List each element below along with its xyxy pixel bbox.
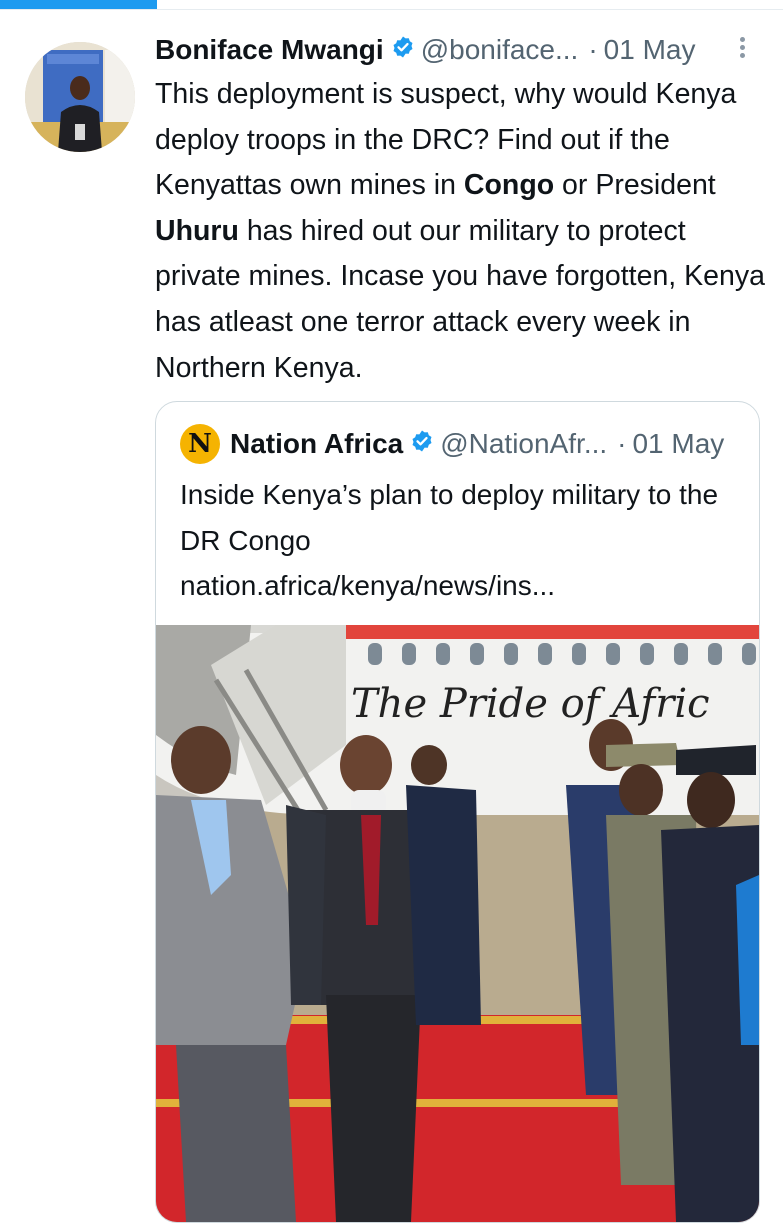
keyword-congo: Congo	[463, 169, 555, 202]
author-handle[interactable]: @boniface...	[421, 34, 579, 66]
profile-photo	[25, 42, 135, 152]
quoted-tweet-text: Inside Kenya’s plan to deploy military t…	[180, 472, 740, 609]
loading-bar	[0, 0, 157, 9]
more-vertical-icon[interactable]	[732, 34, 752, 64]
quoted-author-handle[interactable]: @NationAfr...	[440, 428, 607, 460]
separator-dot: ·	[617, 428, 627, 459]
quoted-tweet-photo[interactable]: The Pride of Afric	[156, 625, 759, 1222]
photo-image: The Pride of Afric	[156, 625, 759, 1222]
quoted-author-name[interactable]: Nation Africa	[230, 428, 403, 460]
tweet-header: Boniface Mwangi @boniface... · 01 May	[155, 30, 755, 70]
tweet-text: This deployment is suspect, why would Ke…	[155, 72, 765, 391]
quoted-tweet-link[interactable]: nation.africa/kenya/news/ins...	[180, 563, 740, 609]
separator-dot: ·	[588, 34, 598, 65]
top-divider	[0, 9, 783, 10]
quoted-tweet-header: N Nation Africa @NationAfr... · 01 May	[180, 424, 750, 464]
plane-livery-text: The Pride of Afric	[351, 681, 710, 727]
quoted-tweet-body: Inside Kenya’s plan to deploy military t…	[180, 479, 719, 556]
author-name[interactable]: Boniface Mwangi	[155, 34, 384, 66]
verified-badge-icon	[410, 428, 434, 460]
keyword-uhuru: Uhuru	[155, 214, 239, 247]
nation-africa-logo: N	[180, 424, 220, 464]
quoted-tweet-date[interactable]: 01 May	[632, 428, 724, 460]
verified-badge-icon	[391, 34, 415, 66]
avatar[interactable]	[25, 42, 135, 152]
quoted-tweet-card[interactable]: N Nation Africa @NationAfr... · 01 May I…	[155, 401, 760, 1223]
tweet-text-part-2: or President	[554, 169, 716, 202]
tweet-text-part-3: has hired out our military to protect pr…	[155, 214, 765, 384]
tweet-date[interactable]: 01 May	[604, 34, 696, 66]
